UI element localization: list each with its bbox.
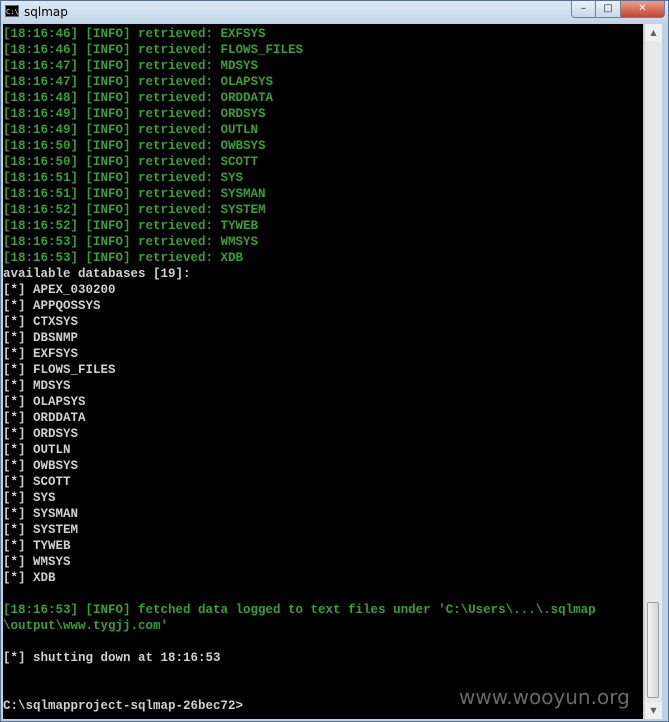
vertical-scrollbar[interactable]: ▲ ▼ — [644, 24, 662, 719]
console-line: [18:16:52] [INFO] retrieved: SYSTEM — [3, 203, 266, 217]
console-line: [*] SYS — [3, 491, 56, 505]
console-app-icon[interactable]: C:\ — [5, 5, 19, 17]
watermark: www.wooyun.org — [459, 685, 630, 709]
caption-buttons: – □ ✕ — [571, 1, 665, 19]
console-line: [18:16:51] [INFO] retrieved: SYSMAN — [3, 187, 266, 201]
close-button[interactable]: ✕ — [621, 1, 665, 18]
console-line: [18:16:48] [INFO] retrieved: ORDDATA — [3, 91, 274, 105]
title-bar[interactable]: C:\ sqlmap – □ ✕ — [1, 1, 668, 23]
console-line: [18:16:50] [INFO] retrieved: OWBSYS — [3, 139, 266, 153]
console-line: [*] DBSNMP — [3, 331, 79, 345]
console-line: [*] XDB — [3, 571, 56, 585]
console-line: [*] OWBSYS — [3, 459, 79, 473]
console-line: [*] SYSTEM — [3, 523, 79, 537]
console-line: [18:16:46] [INFO] retrieved: EXFSYS — [3, 27, 266, 41]
console-line: [*] SYSMAN — [3, 507, 79, 521]
console-line: [*] TYWEB — [3, 539, 71, 553]
console-line: [*] ORDDATA — [3, 411, 86, 425]
console-line: \output\www.tygjj.com' — [3, 619, 169, 633]
console-line: [18:16:49] [INFO] retrieved: ORDSYS — [3, 107, 266, 121]
minimize-button[interactable]: – — [571, 1, 596, 18]
console-line: [18:16:49] [INFO] retrieved: OUTLN — [3, 123, 259, 137]
window-frame-edge — [662, 24, 667, 719]
maximize-button[interactable]: □ — [596, 1, 621, 18]
console-line: [18:16:53] [INFO] retrieved: XDB — [3, 251, 244, 265]
console-line: [*] shutting down at 18:16:53 — [3, 651, 221, 665]
console-line: [*] OUTLN — [3, 443, 71, 457]
console-line: [*] APEX_030200 — [3, 283, 116, 297]
console-line: [*] WMSYS — [3, 555, 71, 569]
scrollbar-thumb[interactable] — [647, 602, 659, 698]
console-line: [*] FLOWS_FILES — [3, 363, 116, 377]
console-line: [18:16:50] [INFO] retrieved: SCOTT — [3, 155, 259, 169]
console-line: [*] SCOTT — [3, 475, 71, 489]
console-line: [18:16:52] [INFO] retrieved: TYWEB — [3, 219, 259, 233]
scroll-down-arrow-icon[interactable]: ▼ — [645, 702, 662, 719]
console-line: [*] APPQOSSYS — [3, 299, 101, 313]
console-line: C:\sqlmapproject-sqlmap-26bec72> — [3, 699, 244, 713]
console-output[interactable]: [18:16:46] [INFO] retrieved: EXFSYS [18:1… — [3, 24, 643, 719]
window-title: sqlmap — [24, 5, 68, 19]
console-line: [*] CTXSYS — [3, 315, 79, 329]
console-line: [18:16:53] [INFO] retrieved: WMSYS — [3, 235, 259, 249]
scroll-up-arrow-icon[interactable]: ▲ — [645, 24, 662, 41]
console-line: [18:16:53] [INFO] fetched data logged to… — [3, 603, 596, 617]
console-line: available databases [19]: — [3, 267, 191, 281]
console-line: [*] MDSYS — [3, 379, 71, 393]
console-line: [*] EXFSYS — [3, 347, 79, 361]
console-line: [18:16:46] [INFO] retrieved: FLOWS_FILES — [3, 43, 304, 57]
console-line: [18:16:47] [INFO] retrieved: OLAPSYS — [3, 75, 274, 89]
console-window: C:\ sqlmap – □ ✕ [18:16:46] [INFO] retri… — [0, 0, 669, 722]
console-line: [18:16:51] [INFO] retrieved: SYS — [3, 171, 244, 185]
console-line: [18:16:47] [INFO] retrieved: MDSYS — [3, 59, 259, 73]
console-line: [*] ORDSYS — [3, 427, 79, 441]
console-line: [*] OLAPSYS — [3, 395, 86, 409]
